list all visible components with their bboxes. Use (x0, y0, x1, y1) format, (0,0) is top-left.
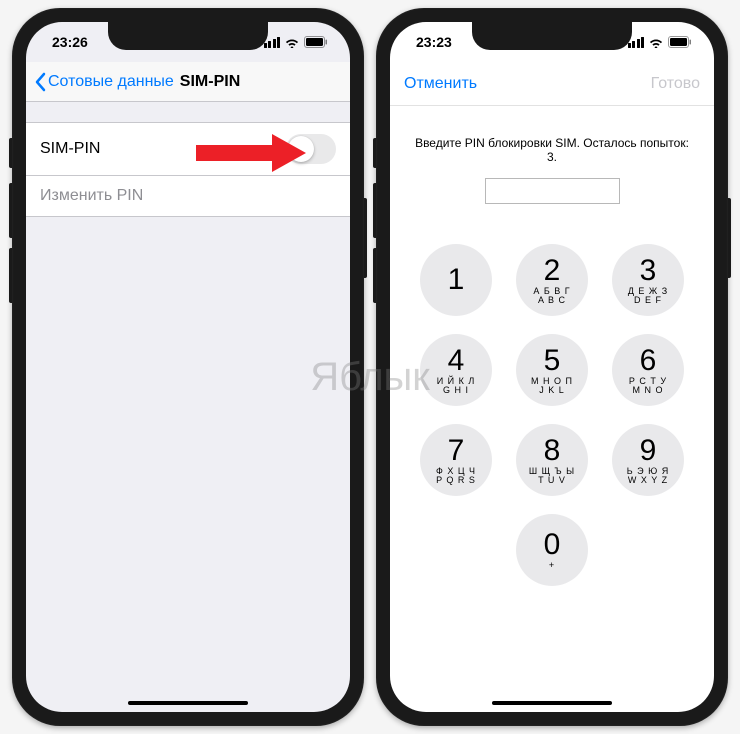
keypad-key-4[interactable]: 4И Й К Л G H I (420, 334, 492, 406)
battery-icon (668, 36, 692, 48)
key-digit: 9 (640, 436, 657, 466)
back-label: Сотовые данные (48, 73, 174, 91)
keypad-key-2[interactable]: 2А Б В Г A B C (516, 244, 588, 316)
pin-input[interactable] (485, 178, 620, 204)
key-letters: Д Е Ж З D E F (628, 287, 668, 305)
done-button[interactable]: Готово (651, 75, 700, 93)
status-indicators (628, 36, 693, 48)
change-pin-label: Изменить PIN (40, 187, 143, 205)
change-pin-row[interactable]: Изменить PIN (26, 176, 350, 217)
wifi-icon (284, 36, 300, 48)
key-letters: И Й К Л G H I (437, 377, 476, 395)
status-time: 23:23 (412, 34, 452, 50)
key-digit: 0 (544, 530, 561, 560)
chevron-left-icon (34, 72, 46, 92)
modal-header: Отменить Готово (390, 62, 714, 106)
status-time: 23:26 (48, 34, 88, 50)
key-digit: 4 (448, 346, 465, 376)
key-digit: 1 (448, 265, 465, 295)
key-letters: Ш Щ Ъ Ы T U V (529, 467, 575, 485)
home-indicator[interactable] (492, 701, 612, 706)
back-button[interactable]: Сотовые данные (34, 72, 174, 92)
keypad: 1 2А Б В Г A B C 3Д Е Ж З D E F 4И Й К Л G … (390, 224, 714, 606)
keypad-key-8[interactable]: 8Ш Щ Ъ Ы T U V (516, 424, 588, 496)
battery-icon (304, 36, 328, 48)
keypad-key-0[interactable]: 0+ (516, 514, 588, 586)
phone-frame-left: 23:26 Сотовые данные SIM-PIN SIM-PIN (12, 8, 364, 726)
key-digit: 7 (448, 436, 465, 466)
key-digit: 3 (640, 256, 657, 286)
keypad-key-3[interactable]: 3Д Е Ж З D E F (612, 244, 684, 316)
keypad-key-6[interactable]: 6Р С Т У M N O (612, 334, 684, 406)
key-letters: М Н О П J K L (531, 377, 573, 395)
key-digit: 6 (640, 346, 657, 376)
key-letters: + (549, 561, 555, 570)
key-letters: Р С Т У M N O (629, 377, 667, 395)
key-digit: 2 (544, 256, 561, 286)
keypad-key-5[interactable]: 5М Н О П J K L (516, 334, 588, 406)
key-letters: Ь Э Ю Я W X Y Z (627, 467, 669, 485)
screen-pin-entry: 23:23 Отменить Готово Введите PIN блокир… (390, 22, 714, 712)
wifi-icon (648, 36, 664, 48)
screen-settings: 23:26 Сотовые данные SIM-PIN SIM-PIN (26, 22, 350, 712)
key-letters: А Б В Г A B C (533, 287, 570, 305)
keypad-key-1[interactable]: 1 (420, 244, 492, 316)
home-indicator[interactable] (128, 701, 248, 706)
notch (472, 22, 632, 50)
key-digit: 8 (544, 436, 561, 466)
cancel-button[interactable]: Отменить (404, 75, 477, 93)
key-letters: Ф Х Ц Ч P Q R S (436, 467, 476, 485)
phone-frame-right: 23:23 Отменить Готово Введите PIN блокир… (376, 8, 728, 726)
notch (108, 22, 268, 50)
nav-title: SIM-PIN (180, 73, 240, 91)
keypad-key-7[interactable]: 7Ф Х Ц Ч P Q R S (420, 424, 492, 496)
sim-pin-label: SIM-PIN (40, 140, 100, 158)
nav-header: Сотовые данные SIM-PIN (26, 62, 350, 102)
key-digit: 5 (544, 346, 561, 376)
status-indicators (264, 36, 329, 48)
pin-prompt-text: Введите PIN блокировки SIM. Осталось поп… (410, 136, 694, 164)
keypad-key-9[interactable]: 9Ь Э Ю Я W X Y Z (612, 424, 684, 496)
pin-prompt-area: Введите PIN блокировки SIM. Осталось поп… (390, 106, 714, 224)
annotation-arrow (196, 134, 306, 177)
